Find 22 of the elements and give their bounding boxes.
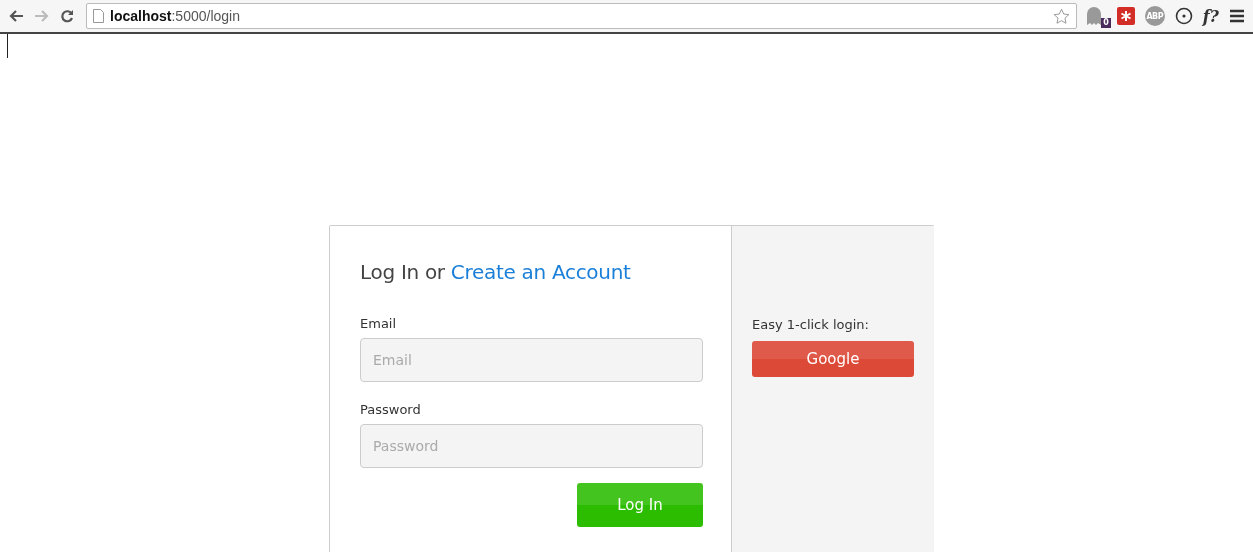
address-bar[interactable]: localhost:5000/login <box>86 3 1077 29</box>
url-text: localhost:5000/login <box>110 8 240 24</box>
back-icon[interactable] <box>8 9 24 23</box>
field-label: Password <box>360 402 422 417</box>
star-icon[interactable] <box>1052 7 1070 25</box>
reload-icon[interactable] <box>60 9 74 23</box>
input-field[interactable]: Email <box>360 338 703 382</box>
create-account-link[interactable]: Create an Account <box>450 260 631 284</box>
login-button[interactable]: Log In <box>577 483 703 527</box>
input-field[interactable]: Password <box>360 424 703 468</box>
google-button[interactable]: Google <box>752 341 914 377</box>
form-heading: Log In or Create an Account <box>360 260 632 284</box>
page-icon <box>93 9 104 23</box>
field-label: Email <box>360 316 398 331</box>
text-cursor <box>7 34 8 58</box>
social-label: Easy 1-click login: <box>752 317 870 332</box>
count-badge: 0 <box>1101 18 1111 28</box>
target-icon[interactable] <box>1174 7 1193 25</box>
asterisk-icon[interactable] <box>1116 7 1135 25</box>
abp-icon[interactable]: ABP <box>1144 6 1165 26</box>
menu-icon[interactable] <box>1229 9 1245 23</box>
extension-icon[interactable]: f? <box>1202 6 1219 26</box>
